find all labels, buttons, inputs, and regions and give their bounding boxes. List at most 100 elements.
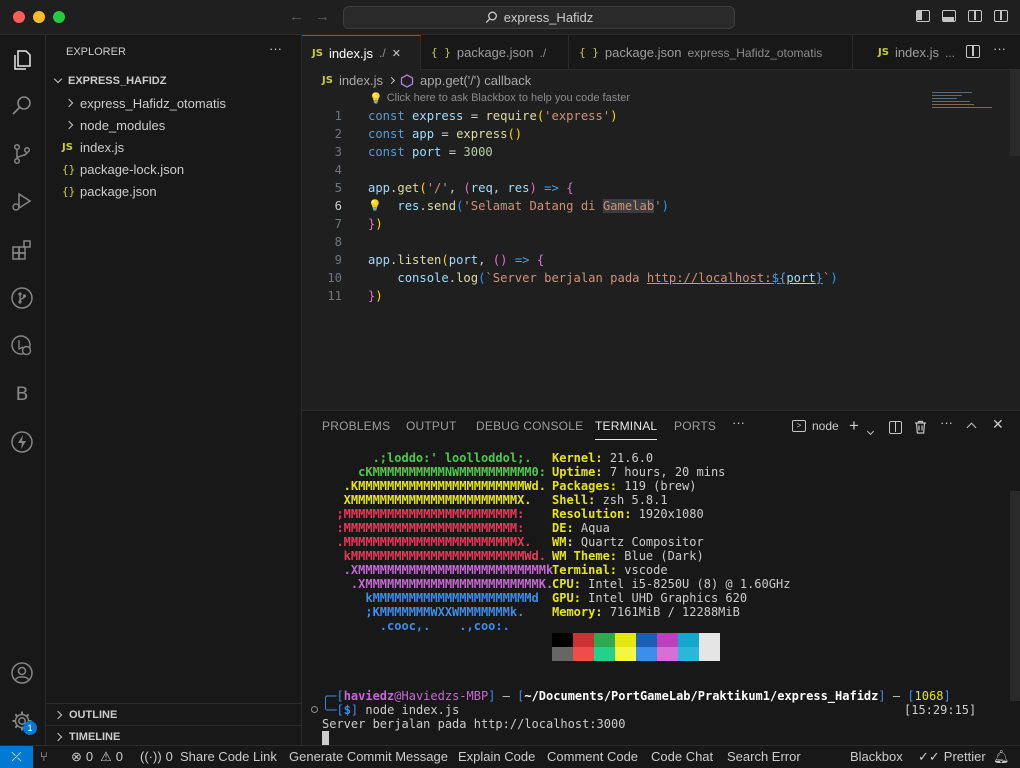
json-file-icon: {} (62, 184, 76, 198)
toggle-panel-icon[interactable] (942, 10, 956, 22)
color-swatch (573, 633, 594, 647)
share-code-link[interactable]: Share Code Link (180, 749, 277, 764)
tab-package-json[interactable]: { } package.json ./ (421, 35, 569, 70)
info-row: WM: Quartz Compositor (552, 535, 704, 549)
lightning-icon[interactable] (9, 429, 35, 455)
git-graph-icon[interactable] (9, 285, 35, 311)
extensions-icon[interactable] (9, 237, 35, 263)
blackbox-status[interactable]: Blackbox (850, 749, 903, 764)
close-icon[interactable]: ✕ (392, 47, 401, 60)
remote-indicator-icon[interactable]: ⤫ (0, 746, 33, 768)
chevron-right-icon (64, 98, 74, 108)
tab-index-js[interactable]: JS index.js ./ ✕ (302, 35, 421, 70)
prompt-host: @Haviedzs-MBP (394, 689, 489, 703)
terminal-scrollbar[interactable] (1010, 491, 1020, 701)
new-terminal-plus-icon[interactable]: + (849, 416, 859, 436)
remote-explorer-icon[interactable] (9, 333, 35, 359)
chevron-down-icon[interactable] (866, 422, 875, 437)
tab-problems[interactable]: PROBLEMS (322, 419, 390, 433)
maximize-window-button[interactable] (53, 11, 65, 23)
info-key: Shell (552, 493, 589, 507)
accounts-icon[interactable] (9, 660, 35, 686)
logo-line: ;KMMMMMMMWXXWMMMMMMMk. (322, 605, 525, 619)
split-terminal-icon[interactable] (889, 421, 902, 434)
bell-icon[interactable]: 🔔︎ (993, 749, 1010, 765)
javascript-file-icon: JS (312, 47, 323, 59)
logo-line: cKMMMMMMMMMMNWMMMMMMMMMM0: (322, 465, 546, 479)
json-file-icon: { } (579, 46, 599, 59)
blackbox-hint[interactable]: 💡 Click here to ask Blackbox to help you… (369, 92, 630, 105)
minimize-window-button[interactable] (33, 11, 45, 23)
color-swatch (657, 633, 678, 647)
breadcrumb-file[interactable]: index.js (339, 73, 383, 88)
explorer-more-icon[interactable]: ··· (269, 41, 282, 56)
chevron-right-icon (53, 710, 63, 719)
outline-section[interactable]: OUTLINE (46, 703, 302, 725)
panel-more-icon[interactable]: ··· (732, 415, 745, 430)
code-line: 4 (334, 163, 342, 177)
broadcast-icon: ((·)) (140, 749, 162, 764)
source-control-icon[interactable] (9, 141, 35, 167)
info-row: Shell: zsh 5.8.1 (552, 493, 668, 507)
ports-indicator[interactable]: ((·)) 0 (140, 749, 173, 764)
tab-debug-console[interactable]: DEBUG CONSOLE (476, 419, 583, 433)
prettier-label: Prettier (943, 749, 986, 764)
timeline-section[interactable]: TIMELINE (46, 725, 302, 747)
logo-line: .KMMMMMMMMMMMMMMMMMMMMMMMWd. (322, 479, 546, 493)
workspace-root[interactable]: EXPRESS_HAFIDZ (46, 70, 302, 92)
editor-scrollbar[interactable] (1010, 70, 1020, 156)
chevron-right-icon (387, 76, 396, 85)
breadcrumb-symbol[interactable]: app.get('/') callback (420, 73, 531, 88)
tab-index-js-2[interactable]: JS index.js ... (868, 35, 968, 70)
close-panel-icon[interactable]: ✕ (992, 416, 1004, 433)
search-error[interactable]: Search Error (727, 749, 801, 764)
code-editor[interactable]: JS index.js app.get('/') callback 💡 Clic… (302, 70, 1020, 410)
explorer-icon[interactable] (9, 47, 35, 73)
info-row: Packages: 119 (brew) (552, 479, 697, 493)
method-icon (400, 73, 414, 88)
code-line: 3 const port = 3000 (334, 145, 493, 159)
explain-code[interactable]: Explain Code (458, 749, 535, 764)
run-debug-icon[interactable] (9, 189, 35, 215)
tree-item-folder[interactable]: node_modules (46, 114, 302, 136)
prettier-status[interactable]: ✓✓ Prettier (918, 749, 986, 765)
tree-item-label: node_modules (80, 117, 166, 133)
javascript-file-icon: JS (322, 75, 333, 86)
generate-commit-message[interactable]: Generate Commit Message (289, 749, 448, 764)
back-arrow-icon[interactable]: ← (289, 8, 304, 25)
color-swatch (678, 647, 699, 661)
tab-package-json-otomatis[interactable]: { } package.json express_Hafidz_otomatis (569, 35, 853, 70)
close-window-button[interactable] (13, 11, 25, 23)
comment-code[interactable]: Comment Code (547, 749, 638, 764)
command-center-search[interactable]: express_Hafidz (343, 6, 735, 29)
tab-output[interactable]: OUTPUT (406, 419, 457, 433)
tab-terminal[interactable]: TERMINAL (595, 419, 658, 440)
tab-description: ./ (379, 46, 386, 60)
color-swatch (657, 647, 678, 661)
forward-arrow-icon[interactable]: → (315, 8, 330, 25)
info-value: 7161MiB / 12288MiB (609, 605, 740, 619)
tree-item-file[interactable]: {} package.json (46, 180, 302, 202)
tree-item-file[interactable]: JS index.js (46, 136, 302, 158)
split-editor-icon[interactable] (966, 45, 980, 58)
color-swatch (699, 647, 720, 661)
search-icon[interactable] (9, 93, 35, 119)
command-text: node index.js (365, 703, 460, 717)
minimap[interactable] (930, 90, 1000, 112)
code-line: 11}) (327, 289, 383, 303)
code-chat[interactable]: Code Chat (651, 749, 713, 764)
maximize-panel-icon[interactable] (966, 422, 977, 433)
trash-icon[interactable] (914, 420, 927, 434)
toggle-secondary-sidebar-icon[interactable] (968, 10, 982, 22)
blackbox-icon[interactable]: B (9, 381, 35, 407)
customize-layout-icon[interactable] (994, 10, 1008, 22)
more-actions-icon[interactable]: ··· (993, 41, 1006, 56)
toggle-sidebar-icon[interactable] (916, 10, 930, 22)
tab-ports[interactable]: PORTS (674, 419, 716, 433)
problems-indicator[interactable]: ⊗ 0 ⚠ 0 (71, 749, 123, 765)
live-share-icon[interactable]: ⑂ (40, 749, 48, 764)
tree-item-file[interactable]: {} package-lock.json (46, 158, 302, 180)
tree-item-folder[interactable]: express_Hafidz_otomatis (46, 92, 302, 114)
terminal-more-icon[interactable]: ··· (940, 415, 953, 430)
terminal-selector[interactable]: > node (792, 419, 839, 433)
